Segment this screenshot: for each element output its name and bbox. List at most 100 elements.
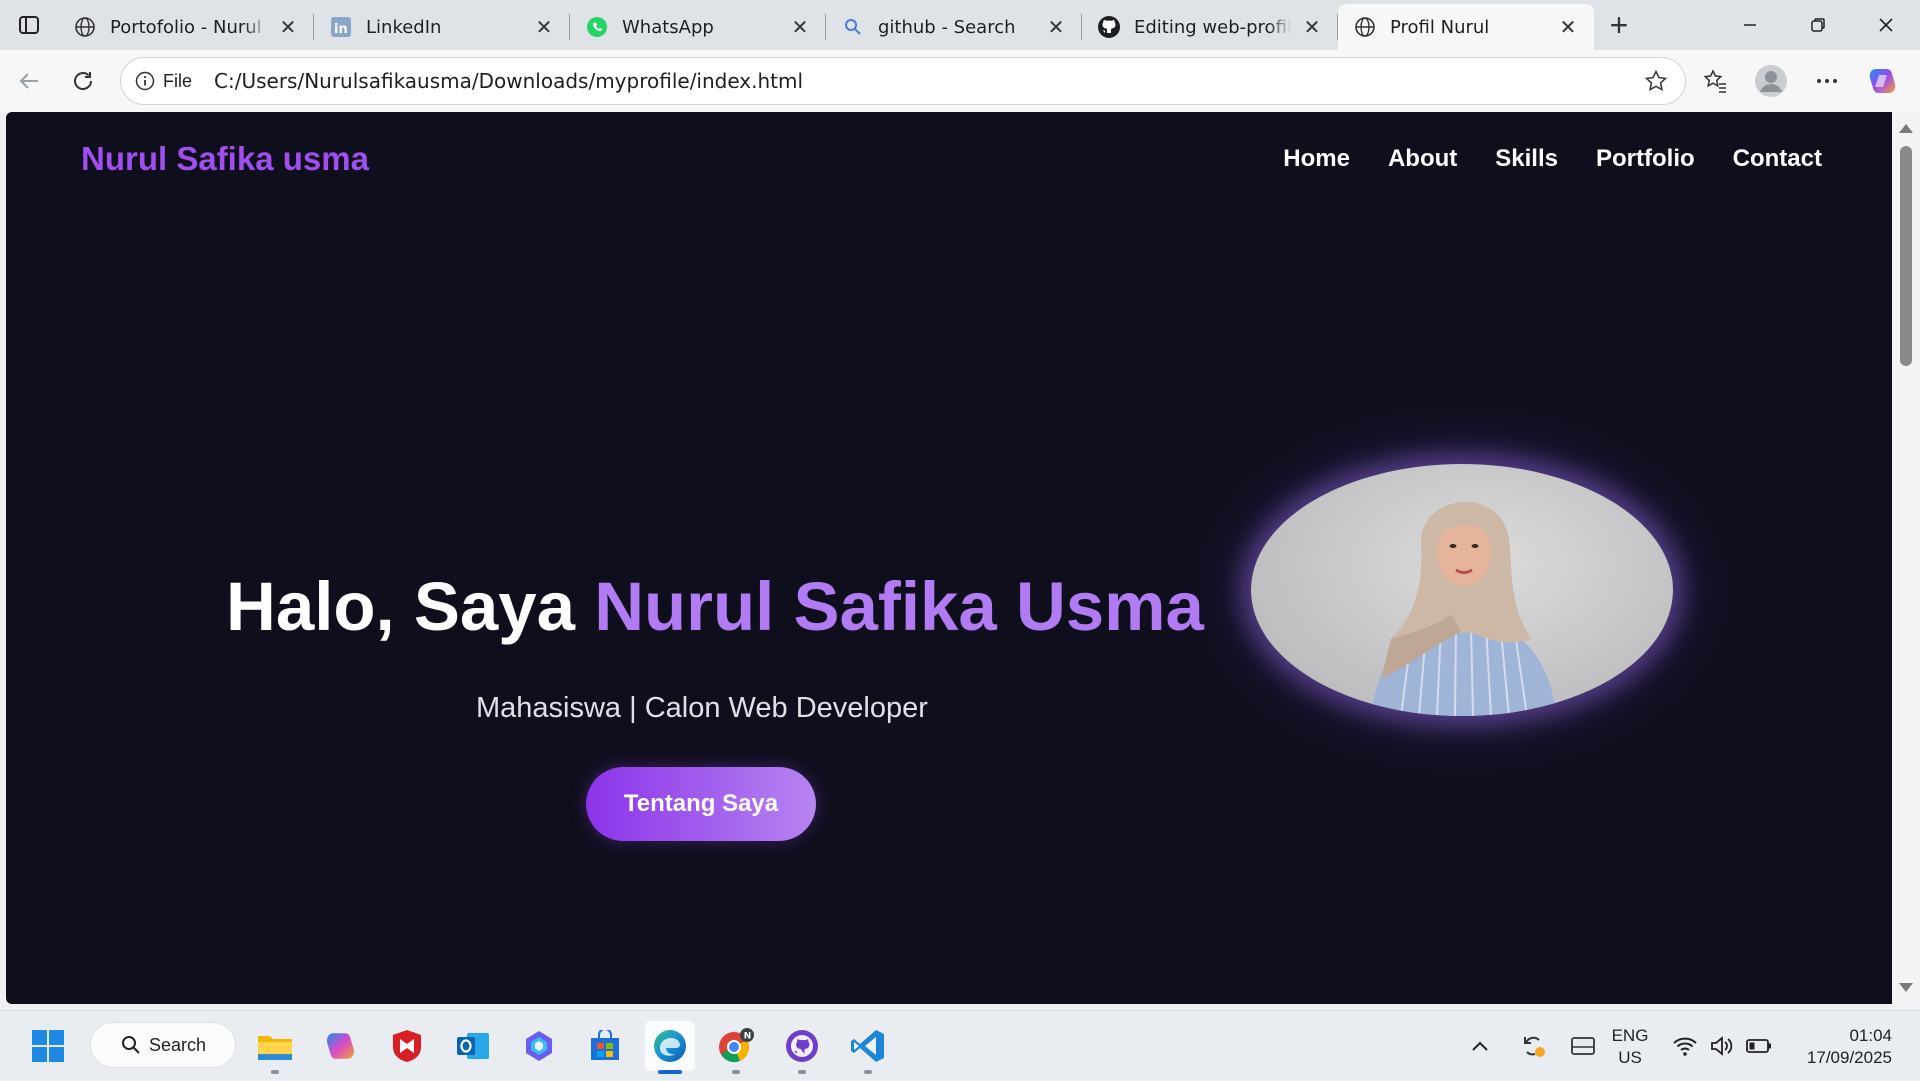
- back-arrow-icon: [19, 73, 38, 89]
- browser-tab[interactable]: Editing web-profile-nurul ✕: [1082, 4, 1338, 50]
- profile-photo: [1251, 464, 1673, 716]
- browser-tab[interactable]: Portofolio - Nurul Safika ✕: [58, 4, 314, 50]
- close-icon: [1879, 18, 1893, 32]
- system-tray: [1460, 1011, 1606, 1081]
- nav-link-about[interactable]: About: [1388, 145, 1457, 173]
- sync-icon: [1524, 1036, 1545, 1057]
- clock-date: 17/09/2025: [1806, 1048, 1892, 1067]
- vscode-icon: [851, 1030, 884, 1062]
- refresh-icon: [74, 72, 92, 90]
- github-desktop-icon: [786, 1030, 818, 1062]
- restore-button[interactable]: [1784, 0, 1852, 50]
- avatar-icon: [1755, 65, 1787, 97]
- scrollbar-thumb[interactable]: [1900, 146, 1912, 366]
- close-icon[interactable]: ✕: [276, 15, 300, 39]
- browser-toolbar: File C:/Users/Nurulsafikausma/Downloads/…: [0, 50, 1920, 112]
- minimize-button[interactable]: [1716, 0, 1784, 50]
- copilot-app-button[interactable]: [316, 1021, 366, 1071]
- store-button[interactable]: [580, 1021, 630, 1071]
- chrome-button[interactable]: N: [711, 1021, 761, 1074]
- chevron-up-icon: [1472, 1041, 1488, 1051]
- github-desktop-button[interactable]: [777, 1021, 827, 1074]
- tab-actions-icon: [19, 16, 39, 34]
- browser-tab[interactable]: in LinkedIn ✕: [314, 4, 570, 50]
- file-explorer-icon: [258, 1036, 292, 1060]
- outlook-icon: [457, 1033, 489, 1059]
- favorite-star-button[interactable]: [1639, 64, 1673, 98]
- keyboard-layout-icon: [1571, 1037, 1595, 1055]
- browser-tab-active[interactable]: Profil Nurul ✕: [1338, 4, 1594, 50]
- globe-icon: [1352, 14, 1378, 40]
- window-controls: [1716, 0, 1920, 50]
- browser-tab-strip: Portofolio - Nurul Safika ✕ in LinkedIn …: [0, 0, 1920, 50]
- outlook-button[interactable]: [448, 1021, 498, 1071]
- favorites-icon: [1703, 69, 1726, 93]
- mcafee-icon: [393, 1030, 421, 1062]
- linkedin-icon: in: [328, 14, 354, 40]
- close-icon[interactable]: ✕: [1300, 15, 1324, 39]
- github-icon: [1096, 14, 1122, 40]
- edge-icon: [654, 1030, 686, 1062]
- language-line2: US: [1618, 1048, 1642, 1067]
- scheme-label: File: [163, 70, 193, 91]
- nav-link-portfolio[interactable]: Portfolio: [1596, 145, 1695, 173]
- refresh-button[interactable]: [56, 54, 110, 108]
- vscode-button[interactable]: [843, 1021, 893, 1074]
- scroll-up-arrow[interactable]: [1899, 124, 1913, 133]
- language-indicator[interactable]: ENG US: [1602, 1025, 1658, 1069]
- back-button[interactable]: [2, 54, 56, 108]
- wifi-icon: [1673, 1037, 1697, 1056]
- site-menu: Home About Skills Portfolio Contact: [1283, 145, 1822, 173]
- clock-time: 01:04: [1849, 1026, 1892, 1045]
- show-hidden-icons-button[interactable]: [1460, 1026, 1500, 1066]
- site-navbar: Nurul Safika usma Home About Skills Port…: [6, 112, 1892, 212]
- edge-button[interactable]: [645, 1021, 695, 1074]
- close-icon[interactable]: ✕: [788, 15, 812, 39]
- svg-text:N: N: [744, 1032, 752, 1042]
- close-icon[interactable]: ✕: [532, 15, 556, 39]
- m365-button[interactable]: [514, 1021, 564, 1071]
- taskbar-search[interactable]: Search: [90, 1022, 236, 1068]
- scroll-down-arrow[interactable]: [1899, 983, 1913, 992]
- windows-taskbar: Search N ENG US 01:04 17/09/2025: [0, 1010, 1920, 1080]
- mcafee-button[interactable]: [382, 1021, 432, 1071]
- system-clock[interactable]: 01:04 17/09/2025: [1807, 1025, 1892, 1069]
- tab-actions-button[interactable]: [0, 0, 58, 50]
- nav-link-contact[interactable]: Contact: [1733, 145, 1822, 173]
- more-menu-button[interactable]: [1804, 58, 1850, 104]
- globe-icon: [72, 14, 98, 40]
- page-scrollbar[interactable]: [1892, 112, 1920, 1004]
- profile-button[interactable]: [1748, 58, 1794, 104]
- nav-link-home[interactable]: Home: [1283, 145, 1350, 173]
- site-info-button[interactable]: File: [135, 71, 192, 92]
- favorites-button[interactable]: [1692, 58, 1738, 104]
- tab-title: LinkedIn: [366, 16, 442, 38]
- browser-tab[interactable]: github - Search ✕: [826, 4, 1082, 50]
- start-button[interactable]: [23, 1021, 73, 1071]
- file-explorer-button[interactable]: [250, 1021, 300, 1074]
- close-icon[interactable]: ✕: [1044, 15, 1068, 39]
- address-bar[interactable]: File C:/Users/Nurulsafikausma/Downloads/…: [120, 57, 1686, 105]
- search-label: Search: [149, 1034, 207, 1055]
- tab-title: WhatsApp: [622, 16, 714, 38]
- minimize-icon: [1744, 24, 1756, 26]
- quick-settings[interactable]: [1672, 1011, 1772, 1081]
- browser-tab[interactable]: WhatsApp ✕: [570, 4, 826, 50]
- svg-text:in: in: [334, 22, 348, 37]
- copilot-button[interactable]: [1860, 58, 1906, 104]
- about-me-button[interactable]: Tentang Saya: [586, 767, 816, 841]
- close-window-button[interactable]: [1852, 0, 1920, 50]
- battery-icon: [1746, 1039, 1771, 1053]
- nav-link-skills[interactable]: Skills: [1495, 145, 1558, 173]
- site-brand[interactable]: Nurul Safika usma: [81, 140, 369, 178]
- sync-status-button[interactable]: [1510, 1026, 1556, 1066]
- toolbar-right: [1692, 50, 1920, 112]
- url-text[interactable]: C:/Users/Nurulsafikausma/Downloads/mypro…: [214, 69, 1639, 93]
- whatsapp-icon: [584, 14, 610, 40]
- restore-icon: [1811, 18, 1825, 32]
- tablet-mode-button[interactable]: [1560, 1026, 1606, 1066]
- chrome-icon: N: [719, 1028, 754, 1063]
- close-icon[interactable]: ✕: [1556, 15, 1580, 39]
- volume-icon: [1711, 1036, 1733, 1056]
- new-tab-button[interactable]: +: [1594, 0, 1644, 50]
